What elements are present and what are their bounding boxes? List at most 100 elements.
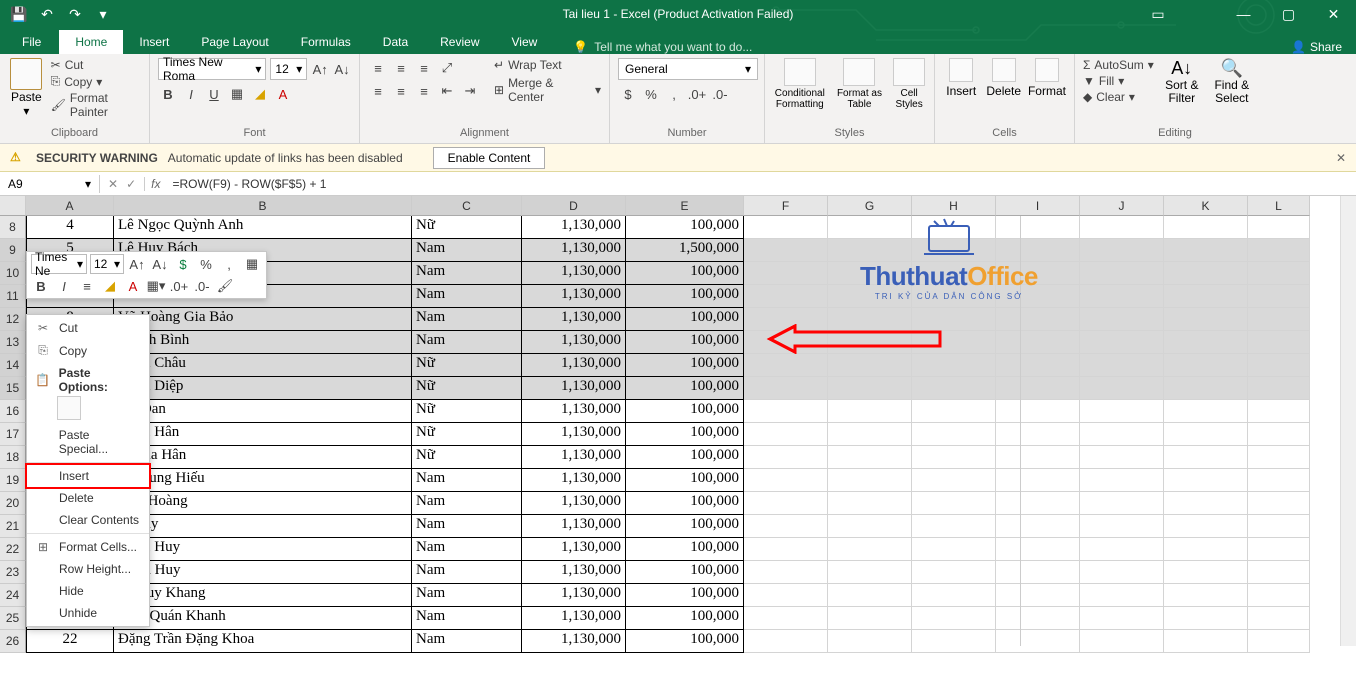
mini-align-icon[interactable]: ≡ <box>77 276 97 296</box>
cell[interactable]: 100,000 <box>626 515 744 538</box>
cell[interactable]: 1,500,000 <box>626 239 744 262</box>
row-header-15[interactable]: 15 <box>0 377 26 400</box>
qat-dropdown-icon[interactable]: ▾ <box>96 7 110 21</box>
cell[interactable] <box>744 262 828 285</box>
cell[interactable] <box>912 377 996 400</box>
decrease-font-icon[interactable]: A↓ <box>333 59 351 79</box>
mini-borders-icon[interactable]: ▦ <box>242 254 262 274</box>
accounting-format-icon[interactable]: $ <box>618 84 638 104</box>
tab-view[interactable]: View <box>496 30 554 54</box>
col-header-L[interactable]: L <box>1248 196 1310 216</box>
col-header-E[interactable]: E <box>626 196 744 216</box>
enter-formula-icon[interactable]: ✓ <box>126 177 136 191</box>
cell[interactable] <box>912 400 996 423</box>
cell[interactable] <box>744 584 828 607</box>
cell[interactable] <box>828 423 912 446</box>
mini-decimal-dec-icon[interactable]: .0- <box>192 276 212 296</box>
restore-icon[interactable]: ▢ <box>1266 0 1311 28</box>
format-table-button[interactable]: Format as Table <box>833 58 887 110</box>
comma-format-icon[interactable]: , <box>664 84 684 104</box>
cell[interactable]: 1,130,000 <box>522 354 626 377</box>
cell[interactable] <box>912 515 996 538</box>
cell[interactable]: Nam <box>412 492 522 515</box>
font-name-combo[interactable]: Times New Roma▾ <box>158 58 266 80</box>
cell[interactable]: 1,130,000 <box>522 492 626 515</box>
cell[interactable]: Nam <box>412 630 522 653</box>
decrease-decimal-icon[interactable]: .0- <box>710 84 730 104</box>
increase-indent-icon[interactable]: ⇥ <box>460 81 480 101</box>
row-header-16[interactable]: 16 <box>0 400 26 423</box>
cell[interactable] <box>744 561 828 584</box>
cell[interactable] <box>828 446 912 469</box>
row-header-26[interactable]: 26 <box>0 630 26 653</box>
cancel-formula-icon[interactable]: ✕ <box>108 177 118 191</box>
mini-decimal-inc-icon[interactable]: .0+ <box>169 276 189 296</box>
col-header-I[interactable]: I <box>996 196 1080 216</box>
cell[interactable]: 1,130,000 <box>522 262 626 285</box>
cell[interactable]: 1,130,000 <box>522 331 626 354</box>
cell[interactable]: Đặng Trần Đặng Khoa <box>114 630 412 653</box>
mini-accounting-icon[interactable]: $ <box>173 254 193 274</box>
cell[interactable] <box>744 377 828 400</box>
cell[interactable]: Thanh Bình <box>114 331 412 354</box>
cell[interactable]: 100,000 <box>626 285 744 308</box>
cell[interactable] <box>828 377 912 400</box>
cell[interactable] <box>744 354 828 377</box>
tell-me-input[interactable]: 💡 Tell me what you want to do... <box>573 40 752 54</box>
cell[interactable]: Nữ <box>412 377 522 400</box>
cell[interactable] <box>912 423 996 446</box>
fill-button[interactable]: ▼Fill▾ <box>1083 74 1154 88</box>
ctx-format-cells[interactable]: ⊞Format Cells... <box>27 536 149 558</box>
cell[interactable]: 22 <box>26 630 114 653</box>
fill-color-button[interactable]: ◢ <box>250 84 270 104</box>
insert-cells-button[interactable]: Insert <box>943 58 979 98</box>
cell[interactable] <box>828 469 912 492</box>
align-bottom-icon[interactable]: ≡ <box>414 58 434 78</box>
ctx-clear-contents[interactable]: Clear Contents <box>27 509 149 531</box>
format-painter-button[interactable]: 🖌Format Painter <box>51 91 141 119</box>
merge-center-button[interactable]: ⊞Merge & Center▾ <box>494 76 601 104</box>
col-header-A[interactable]: A <box>26 196 114 216</box>
close-icon[interactable]: ✕ <box>1311 0 1356 28</box>
cell[interactable]: 100,000 <box>626 584 744 607</box>
cell[interactable]: ễn Duy Khang <box>114 584 412 607</box>
cell[interactable] <box>828 630 912 653</box>
col-header-K[interactable]: K <box>1164 196 1248 216</box>
vertical-scrollbar[interactable] <box>1340 196 1356 646</box>
italic-button[interactable]: I <box>181 84 201 104</box>
row-header-9[interactable]: 9 <box>0 239 26 262</box>
align-center-icon[interactable]: ≡ <box>391 81 411 101</box>
ctx-insert[interactable]: Insert <box>25 463 151 489</box>
cell[interactable]: 100,000 <box>626 561 744 584</box>
paste-button[interactable]: Paste ▾ <box>8 58 45 118</box>
mini-size-combo[interactable]: 12▾ <box>90 254 124 274</box>
cell[interactable] <box>828 607 912 630</box>
wrap-text-button[interactable]: ↵Wrap Text <box>494 58 601 72</box>
cell[interactable]: Quốc Huy <box>114 538 412 561</box>
align-top-icon[interactable]: ≡ <box>368 58 388 78</box>
align-left-icon[interactable]: ≡ <box>368 81 388 101</box>
cell[interactable]: Lê Ngọc Quỳnh Anh <box>114 216 412 239</box>
cell[interactable]: Nam <box>412 331 522 354</box>
cell[interactable]: 100,000 <box>626 469 744 492</box>
ribbon-options-icon[interactable]: ▭ <box>1150 0 1166 28</box>
cell[interactable] <box>828 515 912 538</box>
col-header-C[interactable]: C <box>412 196 522 216</box>
borders-button[interactable]: ▦ <box>227 84 247 104</box>
tab-data[interactable]: Data <box>367 30 424 54</box>
cell[interactable]: Minh Châu <box>114 354 412 377</box>
tab-file[interactable]: File <box>4 30 59 54</box>
increase-decimal-icon[interactable]: .0+ <box>687 84 707 104</box>
row-header-13[interactable]: 13 <box>0 331 26 354</box>
cell[interactable]: 100,000 <box>626 377 744 400</box>
cell[interactable]: Vũ Hoàng Gia Bảo <box>114 308 412 331</box>
cell[interactable]: Nữ <box>412 354 522 377</box>
cell[interactable] <box>744 469 828 492</box>
row-header-12[interactable]: 12 <box>0 308 26 331</box>
cell[interactable]: Nam <box>412 285 522 308</box>
ctx-delete[interactable]: Delete <box>27 487 149 509</box>
tab-formulas[interactable]: Formulas <box>285 30 367 54</box>
mini-percent-icon[interactable]: % <box>196 254 216 274</box>
row-header-24[interactable]: 24 <box>0 584 26 607</box>
ctx-cut[interactable]: ✂Cut <box>27 317 149 339</box>
